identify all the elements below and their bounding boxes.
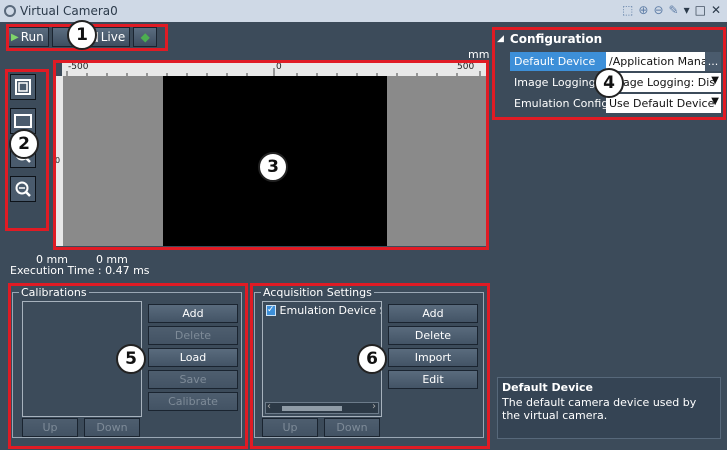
window-controls: ⬚ ⊕ ⊖ ✎ ▾ □ ✕ [622,3,721,17]
execution-time: Execution Time : 0.47 ms [10,264,150,277]
maximize-icon[interactable]: □ [695,3,706,17]
pin-icon[interactable]: ✎ [669,3,679,17]
camera-icon [4,5,16,17]
description-text: The default camera device used by the vi… [502,396,697,422]
property-description: Default Device The default camera device… [497,377,721,439]
title-bar: Virtual Camera0 ⬚ ⊕ ⊖ ✎ ▾ □ ✕ [0,0,727,22]
callout-badge: 6 [357,344,387,374]
zoom-out-icon[interactable]: ⊖ [653,3,663,17]
callout-badge: 3 [258,152,288,182]
callout-badge: 2 [9,129,39,159]
dropdown-icon[interactable]: ▾ [684,3,690,17]
window-title: Virtual Camera0 [20,4,118,18]
description-title: Default Device [502,381,594,394]
callout-badge: 4 [594,68,624,98]
close-icon[interactable]: ✕ [711,3,721,17]
callout-badge: 5 [116,344,146,374]
fit-icon[interactable]: ⬚ [622,3,633,17]
callout-badge: 1 [67,20,97,50]
zoom-in-icon[interactable]: ⊕ [638,3,648,17]
